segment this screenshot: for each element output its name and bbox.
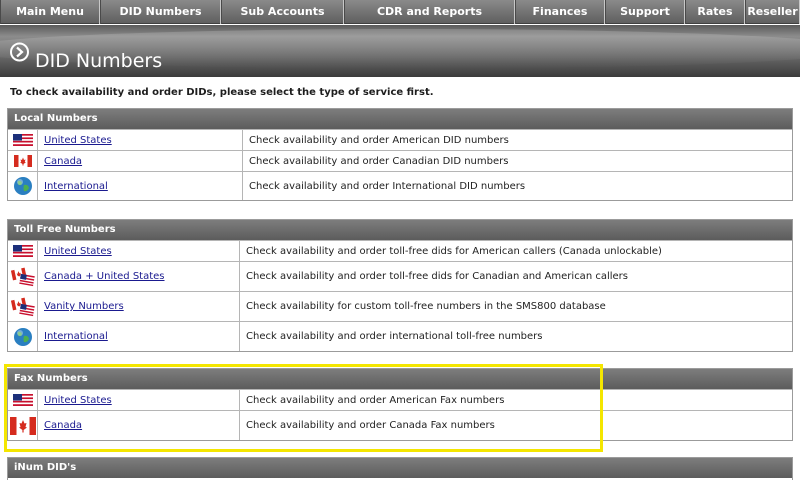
section-header: Local Numbers <box>8 109 792 129</box>
local-international-link[interactable]: International <box>44 181 108 192</box>
table-row: United States Check availability and ord… <box>8 129 792 150</box>
circle-arrow-icon <box>10 42 29 62</box>
tollfree-vanity-numbers-link[interactable]: Vanity Numbers <box>44 301 124 312</box>
row-description: Check availability and order Canada Fax … <box>246 420 495 431</box>
canada-us-flag-icon <box>8 262 38 291</box>
local-numbers-section: Local Numbers United States Check availa… <box>7 108 793 201</box>
link-cell: United States <box>38 390 240 410</box>
page-banner: DID Numbers <box>0 25 800 77</box>
link-cell: Canada <box>38 411 240 440</box>
canada-flag-icon <box>8 151 38 171</box>
fax-canada-link[interactable]: Canada <box>44 420 82 431</box>
tollfree-canada-us-link[interactable]: Canada + United States <box>44 271 165 282</box>
globe-icon <box>8 172 38 200</box>
section-header: iNum DID's <box>8 458 792 478</box>
nav-finances[interactable]: Finances <box>515 0 605 24</box>
row-description: Check availability and order Canadian DI… <box>249 155 509 167</box>
row-description: Check availability and order Internation… <box>249 180 526 192</box>
table-row: International Check availability and ord… <box>8 171 792 200</box>
section-header: Fax Numbers <box>8 369 792 389</box>
link-cell: Canada <box>38 151 243 171</box>
fax-numbers-section: Fax Numbers United States Check availabi… <box>7 368 793 441</box>
table-row: Canada + United States Check availabilit… <box>8 261 792 291</box>
local-united-states-link[interactable]: United States <box>44 135 112 146</box>
table-row: International Check availability and ord… <box>8 321 792 351</box>
row-description: Check availability and order American Fa… <box>246 394 505 406</box>
nav-cdr-and-reports[interactable]: CDR and Reports <box>344 0 515 24</box>
top-menu: Main Menu DID Numbers Sub Accounts CDR a… <box>0 0 800 24</box>
table-row: Canada Check availability and order Cana… <box>8 150 792 171</box>
row-description: Check availability and order toll-free d… <box>246 245 662 257</box>
toll-free-numbers-section: Toll Free Numbers United States Check av… <box>7 219 793 352</box>
nav-reseller[interactable]: Reseller <box>745 0 800 24</box>
row-description: Check availability and order American DI… <box>249 134 509 146</box>
intro-text: To check availability and order DIDs, pl… <box>10 87 434 98</box>
nav-did-numbers[interactable]: DID Numbers <box>100 0 221 24</box>
us-flag-icon <box>8 130 38 150</box>
link-cell: International <box>38 322 240 351</box>
link-cell: United States <box>38 241 240 261</box>
section-header: Toll Free Numbers <box>8 220 792 240</box>
link-cell: Canada + United States <box>38 262 240 291</box>
tollfree-united-states-link[interactable]: United States <box>44 246 112 257</box>
nav-support[interactable]: Support <box>605 0 685 24</box>
link-cell: International <box>38 172 243 200</box>
nav-main-menu[interactable]: Main Menu <box>0 0 100 24</box>
inum-dids-section: iNum DID's <box>7 457 793 480</box>
us-flag-icon <box>8 241 38 261</box>
us-flag-icon <box>8 390 38 410</box>
table-row: United States Check availability and ord… <box>8 240 792 261</box>
page-title: DID Numbers <box>35 50 163 72</box>
row-description: Check availability for custom toll-free … <box>246 301 606 312</box>
nav-rates[interactable]: Rates <box>685 0 745 24</box>
row-description: Check availability and order toll-free d… <box>246 271 628 282</box>
nav-sub-accounts[interactable]: Sub Accounts <box>221 0 344 24</box>
local-canada-link[interactable]: Canada <box>44 156 82 167</box>
table-row: Canada Check availability and order Cana… <box>8 410 792 440</box>
table-row: Vanity Numbers Check availability for cu… <box>8 291 792 321</box>
globe-icon <box>8 322 38 351</box>
tollfree-international-link[interactable]: International <box>44 331 108 342</box>
row-description: Check availability and order internation… <box>246 331 543 342</box>
canada-flag-icon <box>8 411 38 440</box>
canada-us-flag-icon <box>8 292 38 321</box>
fax-united-states-link[interactable]: United States <box>44 395 112 406</box>
table-row: United States Check availability and ord… <box>8 389 792 410</box>
link-cell: United States <box>38 130 243 150</box>
link-cell: Vanity Numbers <box>38 292 240 321</box>
